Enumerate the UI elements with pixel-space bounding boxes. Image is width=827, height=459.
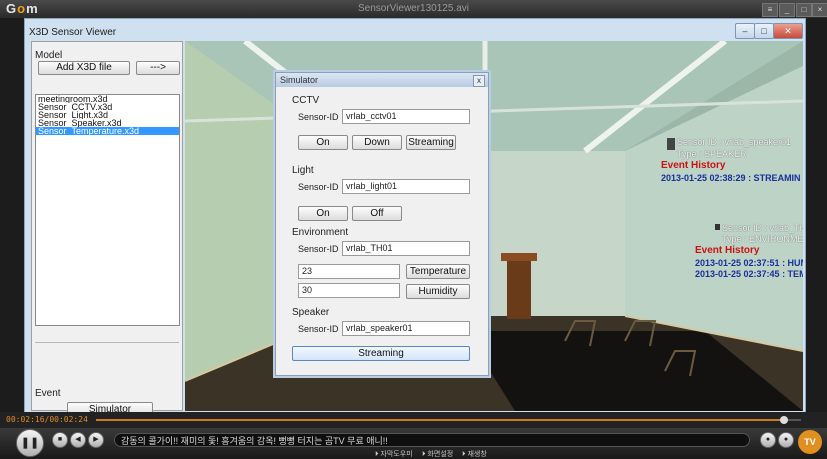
th-event-entry-1: 2013-01-25 02:37:51 : HUM (695, 258, 803, 268)
ticker-banner[interactable]: 감동의 콜가이!! 재미의 돛! 흥겨움의 감옥! 뻥뻥 터지는 곰TV 무료 … (114, 433, 750, 447)
stop-icon[interactable]: ■ (52, 432, 68, 448)
player-maximize-icon[interactable]: □ (796, 3, 812, 17)
light-sensor-id-field[interactable]: vrlab_light01 (342, 179, 470, 194)
cctv-group-label: CCTV (292, 95, 320, 106)
speaker-group-label: Speaker (292, 307, 330, 318)
left-panel: Model Add X3D file ---> meetingroom.x3d … (31, 41, 183, 413)
maximize-button[interactable]: □ (754, 23, 774, 39)
temperature-input[interactable]: 23 (298, 264, 400, 279)
list-item[interactable]: meetingroom.x3d (36, 95, 179, 103)
next-icon[interactable]: ▶ (88, 432, 104, 448)
light-group-label: Light (292, 165, 314, 176)
speaker-streaming-button[interactable]: Streaming (292, 346, 470, 361)
arrow-button[interactable]: ---> (136, 61, 180, 75)
environment-sensor-id-label: Sensor-ID (298, 244, 339, 254)
environment-sensor-id-field[interactable]: vrlab_TH01 (342, 241, 470, 256)
simulator-dialog: Simulator x CCTV Sensor-ID vrlab_cctv01 … (275, 72, 489, 376)
temperature-button[interactable]: Temperature (406, 264, 470, 279)
light-off-button[interactable]: Off (352, 206, 402, 221)
speaker-event-history-title: Event History (661, 160, 726, 171)
speaker-sensor-type: Type : SPEAKER (677, 149, 747, 159)
seek-handle[interactable] (780, 416, 788, 424)
th-event-history-title: Event History (695, 245, 760, 256)
humidity-input[interactable]: 30 (298, 283, 400, 298)
list-item[interactable]: Sensor_CCTV.x3d (36, 103, 179, 111)
list-item[interactable]: Sensor_Speaker.x3d (36, 119, 179, 127)
th-sensor-type: Type : ENVIRONMENT (722, 234, 803, 244)
simulator-close-icon[interactable]: x (473, 75, 485, 87)
cctv-on-button[interactable]: On (298, 135, 348, 150)
player-menu-icon[interactable]: ≡ (762, 3, 778, 17)
player-file-title: SensorViewer130125.avi (357, 3, 469, 14)
cctv-sensor-id-label: Sensor-ID (298, 112, 339, 122)
gomtv-badge[interactable]: TV (798, 430, 822, 454)
list-item-selected[interactable]: Sensor_Temperature.x3d (36, 127, 179, 135)
speaker-sensor-id-field[interactable]: vrlab_speaker01 (342, 321, 470, 336)
speaker-sensor-icon (667, 138, 675, 150)
speaker-event-entry: 2013-01-25 02:38:29 : STREAMIN (661, 173, 801, 183)
cctv-sensor-id-field[interactable]: vrlab_cctv01 (342, 109, 470, 124)
pause-icon[interactable]: ❚❚ (16, 429, 44, 457)
simulator-title: Simulator (280, 75, 319, 85)
speaker-sensor-id-label: Sensor-ID (298, 324, 339, 334)
speaker-sensor-id: Sensor ID : vrlab_speaker01 (677, 137, 792, 147)
player-close-icon[interactable]: × (812, 3, 827, 17)
light-on-button[interactable]: On (298, 206, 348, 221)
model-label: Model (35, 50, 63, 61)
model-list[interactable]: meetingroom.x3d Sensor_CCTV.x3d Sensor_L… (35, 94, 180, 326)
add-x3d-file-button[interactable]: Add X3D file (38, 61, 130, 75)
humidity-button[interactable]: Humidity (406, 284, 470, 299)
event-label: Event (35, 388, 61, 399)
divider (35, 342, 179, 343)
prev-icon[interactable]: ◀ (70, 432, 86, 448)
playlist-icon[interactable]: ● (778, 432, 794, 448)
app-title: X3D Sensor Viewer (29, 27, 117, 38)
close-button[interactable]: ✕ (773, 23, 803, 39)
light-sensor-id-label: Sensor-ID (298, 182, 339, 192)
th-event-entry-2: 2013-01-25 02:37:45 : TEM (695, 269, 803, 279)
th-sensor-icon (715, 224, 720, 230)
timecode: 00:02:16/00:02:24 (6, 415, 88, 424)
cctv-streaming-button[interactable]: Streaming (406, 135, 456, 150)
settings-icon[interactable]: ● (760, 432, 776, 448)
list-item[interactable]: Sensor_Light.x3d (36, 111, 179, 119)
player-minimize-icon[interactable]: _ (779, 3, 795, 17)
environment-group-label: Environment (292, 227, 349, 238)
minimize-button[interactable]: – (735, 23, 755, 39)
cctv-down-button[interactable]: Down (352, 135, 402, 150)
seek-progress (96, 419, 786, 421)
th-sensor-id: Sensor ID : vrlab_TH01 (722, 223, 803, 233)
